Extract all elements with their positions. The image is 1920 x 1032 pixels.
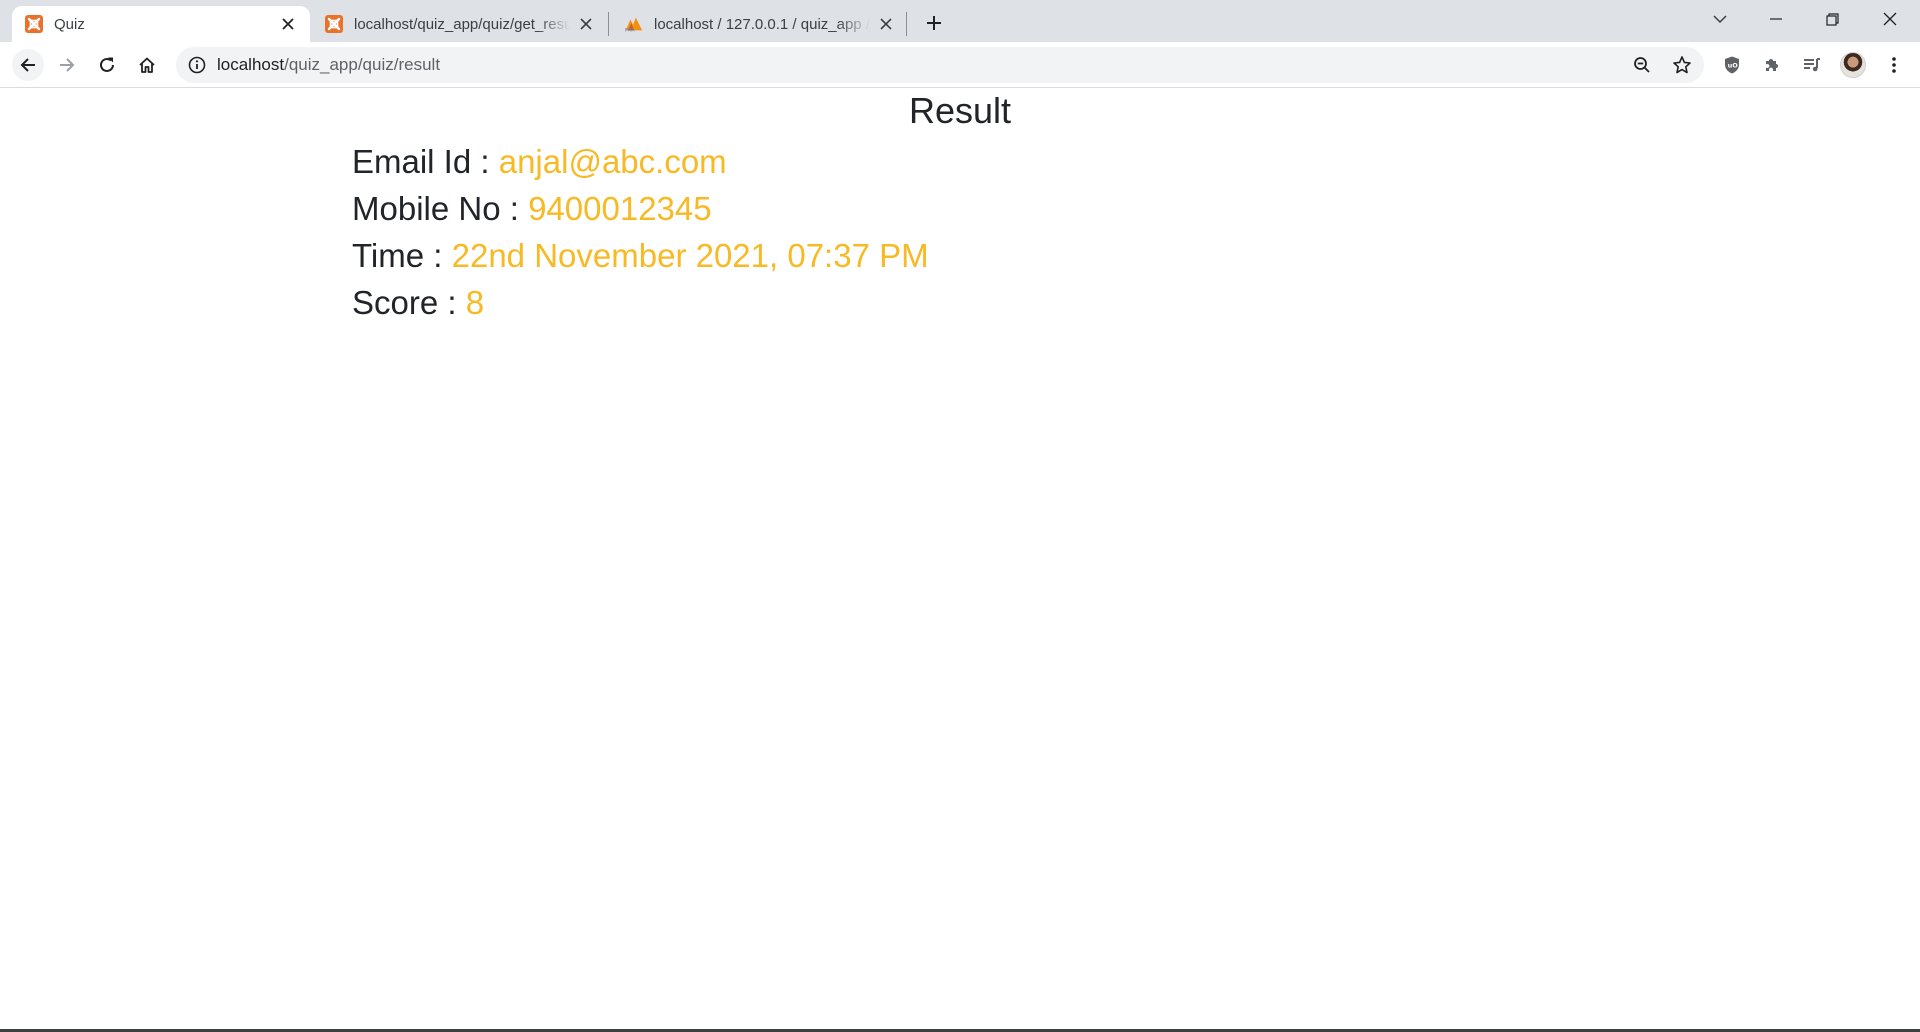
more-vert-icon: [1892, 57, 1896, 73]
close-window-button[interactable]: [1862, 0, 1918, 38]
tab-separator: [906, 12, 907, 36]
browser-menu-button[interactable]: [1878, 49, 1910, 81]
tab-strip: Quiz localhost/quiz_app/quiz/get_resu PM…: [0, 0, 1920, 42]
forward-button[interactable]: [51, 49, 83, 81]
new-tab-button[interactable]: [920, 9, 948, 37]
shield-icon: uO: [1725, 56, 1739, 74]
queue-music-icon: [1804, 58, 1820, 72]
media-controls-button[interactable]: [1796, 49, 1828, 81]
profile-avatar[interactable]: [1840, 52, 1866, 78]
home-icon: [139, 57, 155, 73]
reload-icon: [100, 57, 114, 72]
page-content: Result Email Id : anjal@abc.com Mobile N…: [0, 89, 1920, 1032]
address-bar[interactable]: localhost/quiz_app/quiz/result: [176, 47, 1704, 83]
browser-toolbar: localhost/quiz_app/quiz/result uO: [0, 42, 1920, 88]
reload-button[interactable]: [91, 49, 123, 81]
url-path: /quiz_app/quiz/result: [284, 55, 441, 74]
email-value: anjal@abc.com: [498, 143, 727, 180]
zoom-button[interactable]: [1626, 49, 1658, 81]
site-info-icon[interactable]: [187, 55, 207, 75]
star-icon: [1673, 56, 1691, 74]
ublock-extension-button[interactable]: uO: [1716, 49, 1748, 81]
minimize-button[interactable]: [1748, 0, 1804, 38]
score-row: Score : 8: [352, 282, 484, 324]
tab-title: Quiz: [54, 15, 85, 33]
address-url[interactable]: localhost/quiz_app/quiz/result: [217, 55, 440, 75]
tab-separator: [608, 12, 609, 36]
arrow-left-icon: [20, 58, 35, 72]
time-row: Time : 22nd November 2021, 07:37 PM: [352, 235, 929, 277]
zoom-out-icon: [1634, 57, 1650, 73]
close-tab-icon[interactable]: [278, 14, 298, 34]
tab-title: localhost / 127.0.0.1 / quiz_app /: [654, 15, 870, 33]
close-tab-icon[interactable]: [876, 14, 896, 34]
tab-search-button[interactable]: [1692, 0, 1748, 38]
page-title: Result: [908, 90, 1012, 131]
url-host: localhost: [217, 55, 285, 74]
bookmark-button[interactable]: [1666, 49, 1698, 81]
arrow-right-icon: [60, 58, 75, 72]
tab-phpmyadmin[interactable]: PMA localhost / 127.0.0.1 / quiz_app /: [612, 6, 908, 42]
restore-button[interactable]: [1804, 0, 1860, 38]
tab-quiz[interactable]: Quiz: [12, 6, 310, 42]
email-label: Email Id :: [352, 143, 499, 180]
phpmyadmin-icon: PMA: [624, 14, 644, 34]
score-label: Score :: [352, 284, 466, 321]
puzzle-icon: [1766, 59, 1778, 71]
extensions-button[interactable]: [1756, 49, 1788, 81]
close-tab-icon[interactable]: [576, 14, 596, 34]
back-button[interactable]: [12, 49, 44, 81]
mobile-row: Mobile No : 9400012345: [352, 188, 712, 230]
time-label: Time :: [352, 237, 452, 274]
time-value: 22nd November 2021, 07:37 PM: [451, 237, 929, 274]
tab-title: localhost/quiz_app/quiz/get_resu: [354, 15, 570, 33]
svg-text:uO: uO: [1728, 61, 1739, 69]
svg-text:PMA: PMA: [625, 27, 636, 33]
email-row: Email Id : anjal@abc.com: [352, 141, 727, 183]
mobile-label: Mobile No :: [352, 190, 529, 227]
tab-get-result[interactable]: localhost/quiz_app/quiz/get_resu: [312, 6, 608, 42]
xampp-icon: [24, 14, 44, 34]
score-value: 8: [465, 284, 485, 321]
xampp-icon: [324, 14, 344, 34]
home-button[interactable]: [131, 49, 163, 81]
mobile-value: 9400012345: [528, 190, 712, 227]
